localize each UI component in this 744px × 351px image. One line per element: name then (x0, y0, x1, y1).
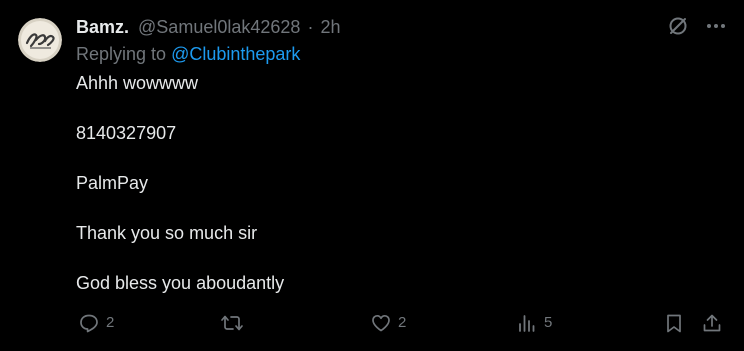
repost-button[interactable] (220, 310, 250, 336)
post-line: 8140327907 (76, 123, 177, 143)
post[interactable]: Bamz. @Samuel0lak42628 · 2h Replying to … (0, 0, 744, 351)
more-button[interactable] (704, 14, 728, 38)
display-name[interactable]: Bamz. (76, 17, 129, 37)
bar-chart-icon (519, 315, 535, 332)
replying-prefix: Replying to (76, 44, 172, 64)
repost-icon (221, 315, 243, 331)
bookmark-icon (667, 314, 681, 333)
post-time[interactable]: 2h (320, 17, 340, 37)
meta-separator: · (307, 17, 314, 37)
heart-icon (372, 314, 390, 332)
reply-count: 2 (106, 314, 115, 331)
post-line: PalmPay (76, 173, 149, 193)
share-button[interactable] (701, 310, 723, 336)
replying-to-link[interactable]: @Clubinthepark (171, 44, 300, 64)
avatar[interactable] (18, 18, 62, 62)
post-header: Bamz. @Samuel0lak42628 · 2h (76, 16, 340, 38)
like-count: 2 (398, 314, 407, 331)
views-count: 5 (544, 314, 553, 331)
action-bar: 2 2 5 (76, 310, 726, 336)
share-icon (703, 314, 721, 332)
post-line: God bless you aboudantly (76, 273, 285, 293)
bamz-logo-avatar-icon (18, 18, 62, 62)
like-button[interactable]: 2 (370, 310, 406, 336)
post-line: Ahhh wowwww (76, 73, 199, 93)
views-button[interactable]: 5 (516, 310, 552, 336)
post-line: Thank you so much sir (76, 223, 258, 243)
slashed-circle-icon (669, 17, 687, 35)
post-body: Ahhh wowwww 8140327907 PalmPay Thank you… (76, 72, 676, 322)
grok-button[interactable] (666, 14, 690, 38)
user-handle[interactable]: @Samuel0lak42628 (138, 17, 300, 37)
top-actions (666, 14, 728, 38)
bookmark-button[interactable] (663, 310, 685, 336)
more-horizontal-icon (707, 24, 725, 28)
reply-icon (80, 314, 98, 333)
replying-to: Replying to @Clubinthepark (76, 43, 300, 65)
reply-button[interactable]: 2 (78, 310, 114, 336)
